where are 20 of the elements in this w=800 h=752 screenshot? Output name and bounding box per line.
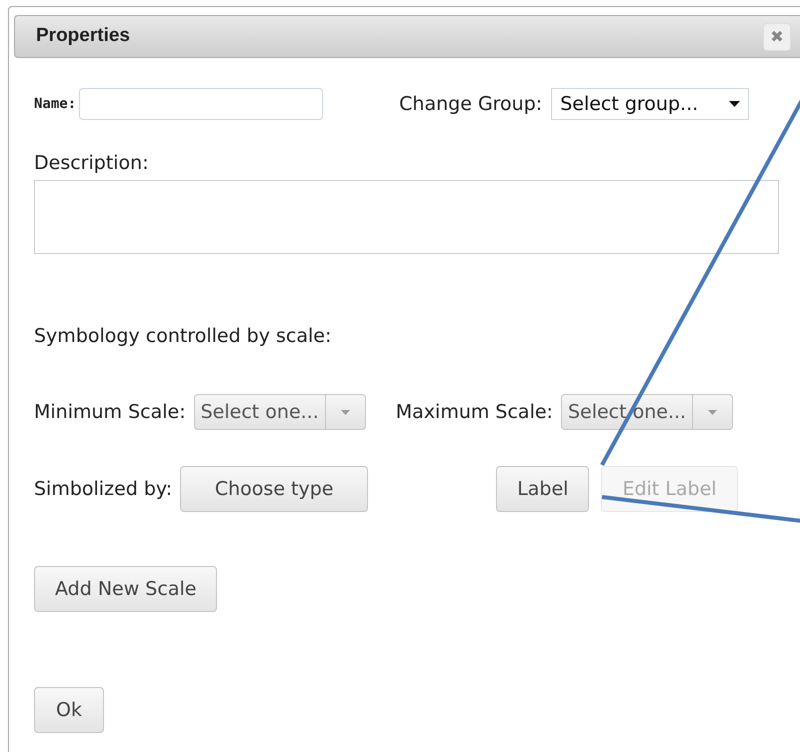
ok-button[interactable]: Ok xyxy=(34,687,104,733)
add-scale-button[interactable]: Add New Scale xyxy=(34,566,218,612)
caret-icon xyxy=(340,410,350,414)
field-label: Name: xyxy=(34,94,76,114)
choose-type-button[interactable]: Choose type xyxy=(180,466,368,512)
caret-icon xyxy=(708,410,718,414)
scale-select[interactable]: Select one... xyxy=(560,394,734,430)
field-label: Maximum Scale: xyxy=(396,400,553,425)
section-heading: Symbology controlled by scale: xyxy=(34,324,332,348)
field-label: Minimum Scale: xyxy=(34,400,186,425)
caret-icon xyxy=(729,101,740,107)
name-field[interactable] xyxy=(79,88,324,120)
description-field[interactable] xyxy=(34,180,779,254)
scale-select[interactable]: Select one... xyxy=(194,394,366,430)
label-button[interactable]: Label xyxy=(496,466,590,512)
group-select[interactable]: Select group... xyxy=(551,88,750,120)
field-label: Change Group: xyxy=(399,92,542,117)
window-title: Properties xyxy=(36,24,130,48)
field-label: Simbolized by: xyxy=(34,476,172,502)
field-label: Description: xyxy=(34,151,150,176)
